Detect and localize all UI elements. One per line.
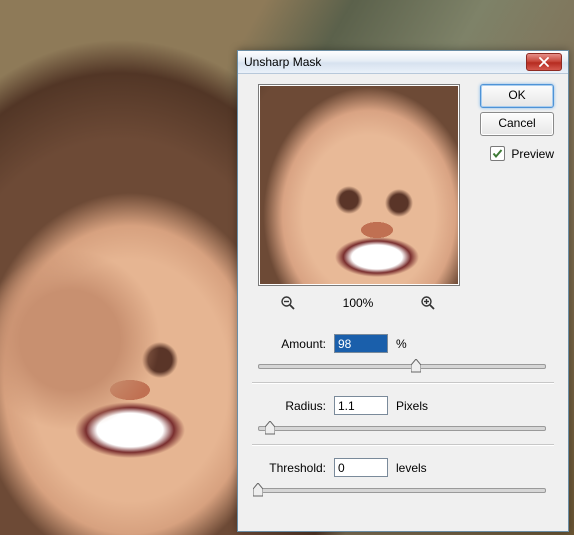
preview-checkbox[interactable] bbox=[490, 146, 505, 161]
radius-unit: Pixels bbox=[396, 399, 428, 413]
dialog-title: Unsharp Mask bbox=[244, 51, 526, 73]
zoom-level: 100% bbox=[343, 296, 374, 310]
preview-image[interactable] bbox=[258, 84, 460, 286]
slider-track bbox=[258, 364, 546, 369]
titlebar[interactable]: Unsharp Mask bbox=[238, 51, 568, 74]
close-icon bbox=[539, 57, 549, 67]
radius-label: Radius: bbox=[258, 399, 326, 413]
dialog-body: 100% OK Cancel Preview A bbox=[238, 74, 568, 94]
radius-slider[interactable] bbox=[258, 419, 546, 437]
check-icon bbox=[492, 148, 503, 159]
threshold-unit: levels bbox=[396, 461, 427, 475]
threshold-param: Threshold: levels bbox=[258, 458, 546, 499]
threshold-slider-thumb[interactable] bbox=[253, 483, 263, 497]
unsharp-mask-dialog: Unsharp Mask 100% bbox=[237, 50, 569, 532]
zoom-out-button[interactable] bbox=[280, 295, 296, 311]
slider-track bbox=[258, 426, 546, 431]
amount-label: Amount: bbox=[258, 337, 326, 351]
separator bbox=[252, 382, 554, 384]
zoom-in-button[interactable] bbox=[420, 295, 436, 311]
radius-slider-thumb[interactable] bbox=[265, 421, 275, 435]
ok-button[interactable]: OK bbox=[480, 84, 554, 108]
amount-unit: % bbox=[396, 337, 407, 351]
zoom-out-icon bbox=[280, 295, 296, 311]
cancel-button[interactable]: Cancel bbox=[480, 112, 554, 136]
slider-track bbox=[258, 488, 546, 493]
amount-slider-thumb[interactable] bbox=[411, 359, 421, 373]
amount-param: Amount: % bbox=[258, 334, 546, 375]
threshold-label: Threshold: bbox=[258, 461, 326, 475]
amount-input[interactable] bbox=[334, 334, 388, 353]
threshold-input[interactable] bbox=[334, 458, 388, 477]
close-button[interactable] bbox=[526, 53, 562, 71]
zoom-in-icon bbox=[420, 295, 436, 311]
amount-slider[interactable] bbox=[258, 357, 546, 375]
zoom-controls: 100% bbox=[258, 292, 458, 314]
threshold-slider[interactable] bbox=[258, 481, 546, 499]
preview-label: Preview bbox=[511, 147, 554, 161]
radius-input[interactable] bbox=[334, 396, 388, 415]
separator bbox=[252, 444, 554, 446]
radius-param: Radius: Pixels bbox=[258, 396, 546, 437]
preview-toggle[interactable]: Preview bbox=[490, 146, 554, 161]
